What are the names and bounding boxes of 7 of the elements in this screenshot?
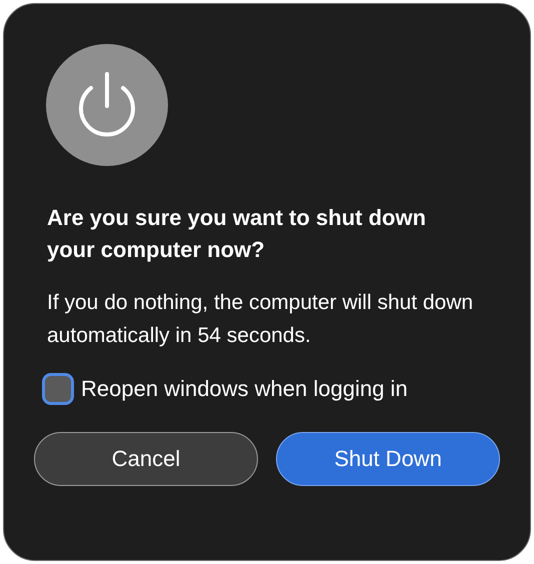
power-icon <box>46 44 168 166</box>
checkbox-label: Reopen windows when logging in <box>81 376 408 402</box>
checkbox[interactable] <box>45 376 71 402</box>
cancel-button[interactable]: Cancel <box>34 432 258 486</box>
shut-down-button[interactable]: Shut Down <box>276 432 500 486</box>
dialog-message: If you do nothing, the computer will shut down automatically in 54 seconds. <box>47 290 474 349</box>
dialog-title: Are you sure you want to shut down your computer now? <box>47 204 427 264</box>
